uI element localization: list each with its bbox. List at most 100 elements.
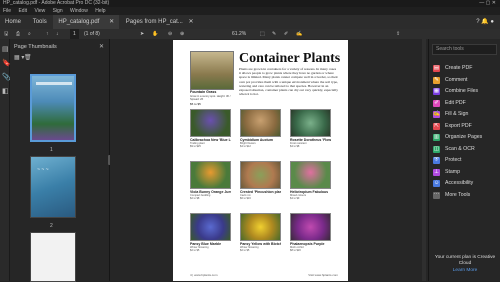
page-total: (1 of 8) xyxy=(84,31,100,37)
organize-pages-icon: ▥ xyxy=(433,134,440,142)
tool-stamp[interactable]: ⊥ Stamp xyxy=(429,167,500,179)
menu-edit[interactable]: Edit xyxy=(18,8,27,14)
thumbnails-options-icon[interactable]: ▦ ▾ xyxy=(14,54,24,61)
delete-page-icon[interactable]: 🗑 xyxy=(24,54,32,61)
window-controls[interactable]: — ▢ ✕ xyxy=(479,0,496,7)
tools-panel: Search tools ▤ Create PDF ✎ Comment ▦ Combi… xyxy=(428,39,500,281)
left-navigation-rail: ▤ 🔖 📎 ◧ xyxy=(0,39,11,281)
product-image xyxy=(190,109,231,137)
layers-icon[interactable]: ◧ xyxy=(2,87,9,95)
product-card: Viola Bunny Orange Jump Up Compact beddi… xyxy=(190,161,231,208)
account-icons[interactable]: ? 🔔 ● xyxy=(476,15,494,29)
search-tools-placeholder: Search tools xyxy=(436,46,464,52)
thumbnails-header: Page Thumbnails xyxy=(14,44,57,50)
tab-bar: Home Tools HP_catalog.pdf ✕ Pages from H… xyxy=(0,15,500,29)
product-price: $2 to $5 xyxy=(190,249,200,252)
zoom-in-icon[interactable]: ⊕ xyxy=(180,29,184,39)
thumbnail-page-2[interactable]: ~ ~ ~ xyxy=(30,156,76,218)
zoom-level[interactable]: 61.2% xyxy=(232,29,246,39)
product-price: $8 to $20 xyxy=(290,249,301,252)
menu-window[interactable]: Window xyxy=(70,8,88,14)
product-card: Cymbidium Auctum Bright flowers $4 to $1… xyxy=(240,109,281,156)
plan-info-text: Your current plan is Creative Cloud xyxy=(434,255,496,266)
page-number-input[interactable]: 1 xyxy=(70,29,79,39)
select-tool-icon[interactable]: ➤ xyxy=(140,29,144,39)
menu-file[interactable]: File xyxy=(3,8,11,14)
product-price: $2 to $8 xyxy=(190,197,200,200)
share-icon[interactable]: ⇪ xyxy=(396,29,400,39)
product-image xyxy=(290,161,331,189)
stamp-icon: ⊥ xyxy=(433,168,440,176)
tool-edit-pdf[interactable]: ✐ Edit PDF xyxy=(429,98,500,110)
vertical-scrollbar[interactable] xyxy=(422,39,426,281)
close-panel-icon[interactable]: ✕ xyxy=(99,43,104,50)
comment-icon: ✎ xyxy=(433,76,440,84)
page-footer-left: 4 | www.hplants.com xyxy=(190,273,218,277)
accessibility-icon: ☺ xyxy=(433,180,440,188)
protect-icon: ⛨ xyxy=(433,157,440,165)
main-toolbar: 🖫 ⎙ ⌕ ↑ ↓ 1 (1 of 8) ➤ ✋ ⊖ ⊕ 61.2% ⬚ ✎ ✐… xyxy=(0,29,500,39)
learn-more-link[interactable]: Learn More xyxy=(432,268,498,273)
fit-page-icon[interactable]: ⬚ xyxy=(260,29,265,39)
highlight-icon[interactable]: ✐ xyxy=(284,29,288,39)
page-thumbnails-panel: Page Thumbnails ✕ ▦ ▾ 🗑 1 ~ ~ ~ 2 xyxy=(10,39,110,282)
page-thumbnails-icon[interactable]: ▤ xyxy=(2,45,9,53)
menu-help[interactable]: Help xyxy=(95,8,105,14)
pdf-page: Fountain Grass Grow in a sunny spot. Hei… xyxy=(173,40,348,281)
product-price: $2 to $5 xyxy=(240,249,250,252)
tool-more-tools[interactable]: ⋯ More Tools xyxy=(429,190,500,202)
more-tools-icon: ⋯ xyxy=(433,191,440,199)
product-price: $4 to $9 xyxy=(290,197,300,200)
tab-document-active[interactable]: HP_catalog.pdf ✕ xyxy=(53,15,120,29)
thumbnail-page-1[interactable] xyxy=(30,74,76,142)
tab-document-2-label: Pages from HP_cat... xyxy=(125,19,183,25)
prev-page-icon[interactable]: ↑ xyxy=(46,29,49,39)
tool-organize-pages[interactable]: ▥ Organize Pages xyxy=(429,132,500,144)
product-card: Crested 'Pincushion plant' Cacti mix $6 … xyxy=(240,161,281,208)
zoom-out-icon[interactable]: ⊖ xyxy=(168,29,172,39)
product-card: Pansy Yellow with Blotch Winter flowerin… xyxy=(240,213,281,260)
tool-comment[interactable]: ✎ Comment xyxy=(429,75,500,87)
tool-scan-ocr[interactable]: ◫ Scan & OCR xyxy=(429,144,500,156)
product-image xyxy=(190,213,231,241)
featured-product-image xyxy=(190,51,234,90)
tab-tools[interactable]: Tools xyxy=(28,15,52,29)
menu-view[interactable]: View xyxy=(34,8,45,14)
tab-home[interactable]: Home xyxy=(0,15,26,29)
create-pdf-icon: ▤ xyxy=(433,65,440,73)
featured-product-price: $5 to $5 xyxy=(190,102,201,106)
product-image xyxy=(190,161,231,189)
combine-files-icon: ▦ xyxy=(433,88,440,96)
hand-tool-icon[interactable]: ✋ xyxy=(152,29,158,39)
featured-product-name: Fountain Grass xyxy=(190,90,217,94)
product-card: Rosette Dorotheus 'Flowering Kale' Frost… xyxy=(290,109,331,156)
tool-export-pdf[interactable]: ⇱ Export PDF xyxy=(429,121,500,133)
tab-document-2[interactable]: Pages from HP_cat... ✕ xyxy=(121,15,199,29)
tab-close-icon[interactable]: ✕ xyxy=(109,19,114,25)
next-page-icon[interactable]: ↓ xyxy=(56,29,59,39)
featured-product-text: Grow in a sunny spot. Height: 3ft / Spre… xyxy=(190,95,231,101)
product-price: $4 to $8 xyxy=(290,145,300,148)
print-icon[interactable]: ⎙ xyxy=(16,29,20,39)
product-price: $9 to $25 xyxy=(190,145,201,148)
thumbnail-page-number: 2 xyxy=(50,223,53,229)
tab-close-icon[interactable]: ✕ xyxy=(188,19,193,25)
product-card: Pansy Blue Marble Winter flowering $2 to… xyxy=(190,213,231,260)
product-card: Phalaenopsis Purple Moth orchid $8 to $2… xyxy=(290,213,331,260)
thumbnail-script-text: ~ ~ ~ xyxy=(37,167,49,173)
save-icon[interactable]: 🖫 xyxy=(4,29,8,39)
tool-protect[interactable]: ⛨ Protect xyxy=(429,155,500,167)
sign-icon[interactable]: ✍ xyxy=(296,29,302,39)
tool-create-pdf[interactable]: ▤ Create PDF xyxy=(429,63,500,75)
tool-accessibility[interactable]: ☺ Accessibility xyxy=(429,178,500,190)
search-tools-input[interactable]: Search tools xyxy=(432,44,497,55)
scan-ocr-icon: ◫ xyxy=(433,145,440,153)
tool-fill-sign[interactable]: ✍ Fill & Sign xyxy=(429,109,500,121)
search-icon[interactable]: ⌕ xyxy=(28,29,31,39)
comment-icon[interactable]: ✎ xyxy=(272,29,276,39)
fill-sign-icon: ✍ xyxy=(433,111,440,119)
thumbnail-page-3[interactable] xyxy=(30,232,76,282)
menu-sign[interactable]: Sign xyxy=(53,8,63,14)
tool-combine-files[interactable]: ▦ Combine Files xyxy=(429,86,500,98)
product-card: Calibrachoa New 'Blue Legend' Trailing p… xyxy=(190,109,231,156)
